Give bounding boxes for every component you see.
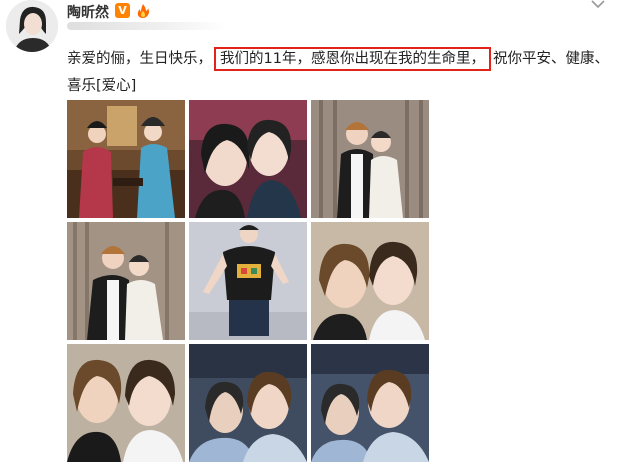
post-text-intro: 亲爱的俪，生日快乐， xyxy=(67,51,212,67)
photo-2[interactable] xyxy=(189,100,307,218)
avatar[interactable] xyxy=(6,0,58,52)
photo-5[interactable] xyxy=(189,222,307,340)
username[interactable]: 陶昕然 xyxy=(67,2,109,22)
photo-8[interactable] xyxy=(189,344,307,462)
photo-9[interactable] xyxy=(311,344,429,462)
chevron-down-icon[interactable] xyxy=(591,0,605,8)
photo-7[interactable] xyxy=(67,344,185,462)
flame-icon xyxy=(137,4,149,18)
photo-1[interactable] xyxy=(67,100,185,218)
verified-v-icon: V xyxy=(115,3,130,18)
post-text: 亲爱的俪，生日快乐， 我们的11年，感恩你出现在我的生命里， 祝你平安、健康、喜乐[… xyxy=(67,46,617,100)
photo-4[interactable] xyxy=(67,222,185,340)
highlighted-text: 我们的11年，感恩你出现在我的生命里， xyxy=(214,47,491,71)
photo-6[interactable] xyxy=(311,222,429,340)
photo-3[interactable] xyxy=(311,100,429,218)
blurred-meta-line xyxy=(67,22,227,30)
